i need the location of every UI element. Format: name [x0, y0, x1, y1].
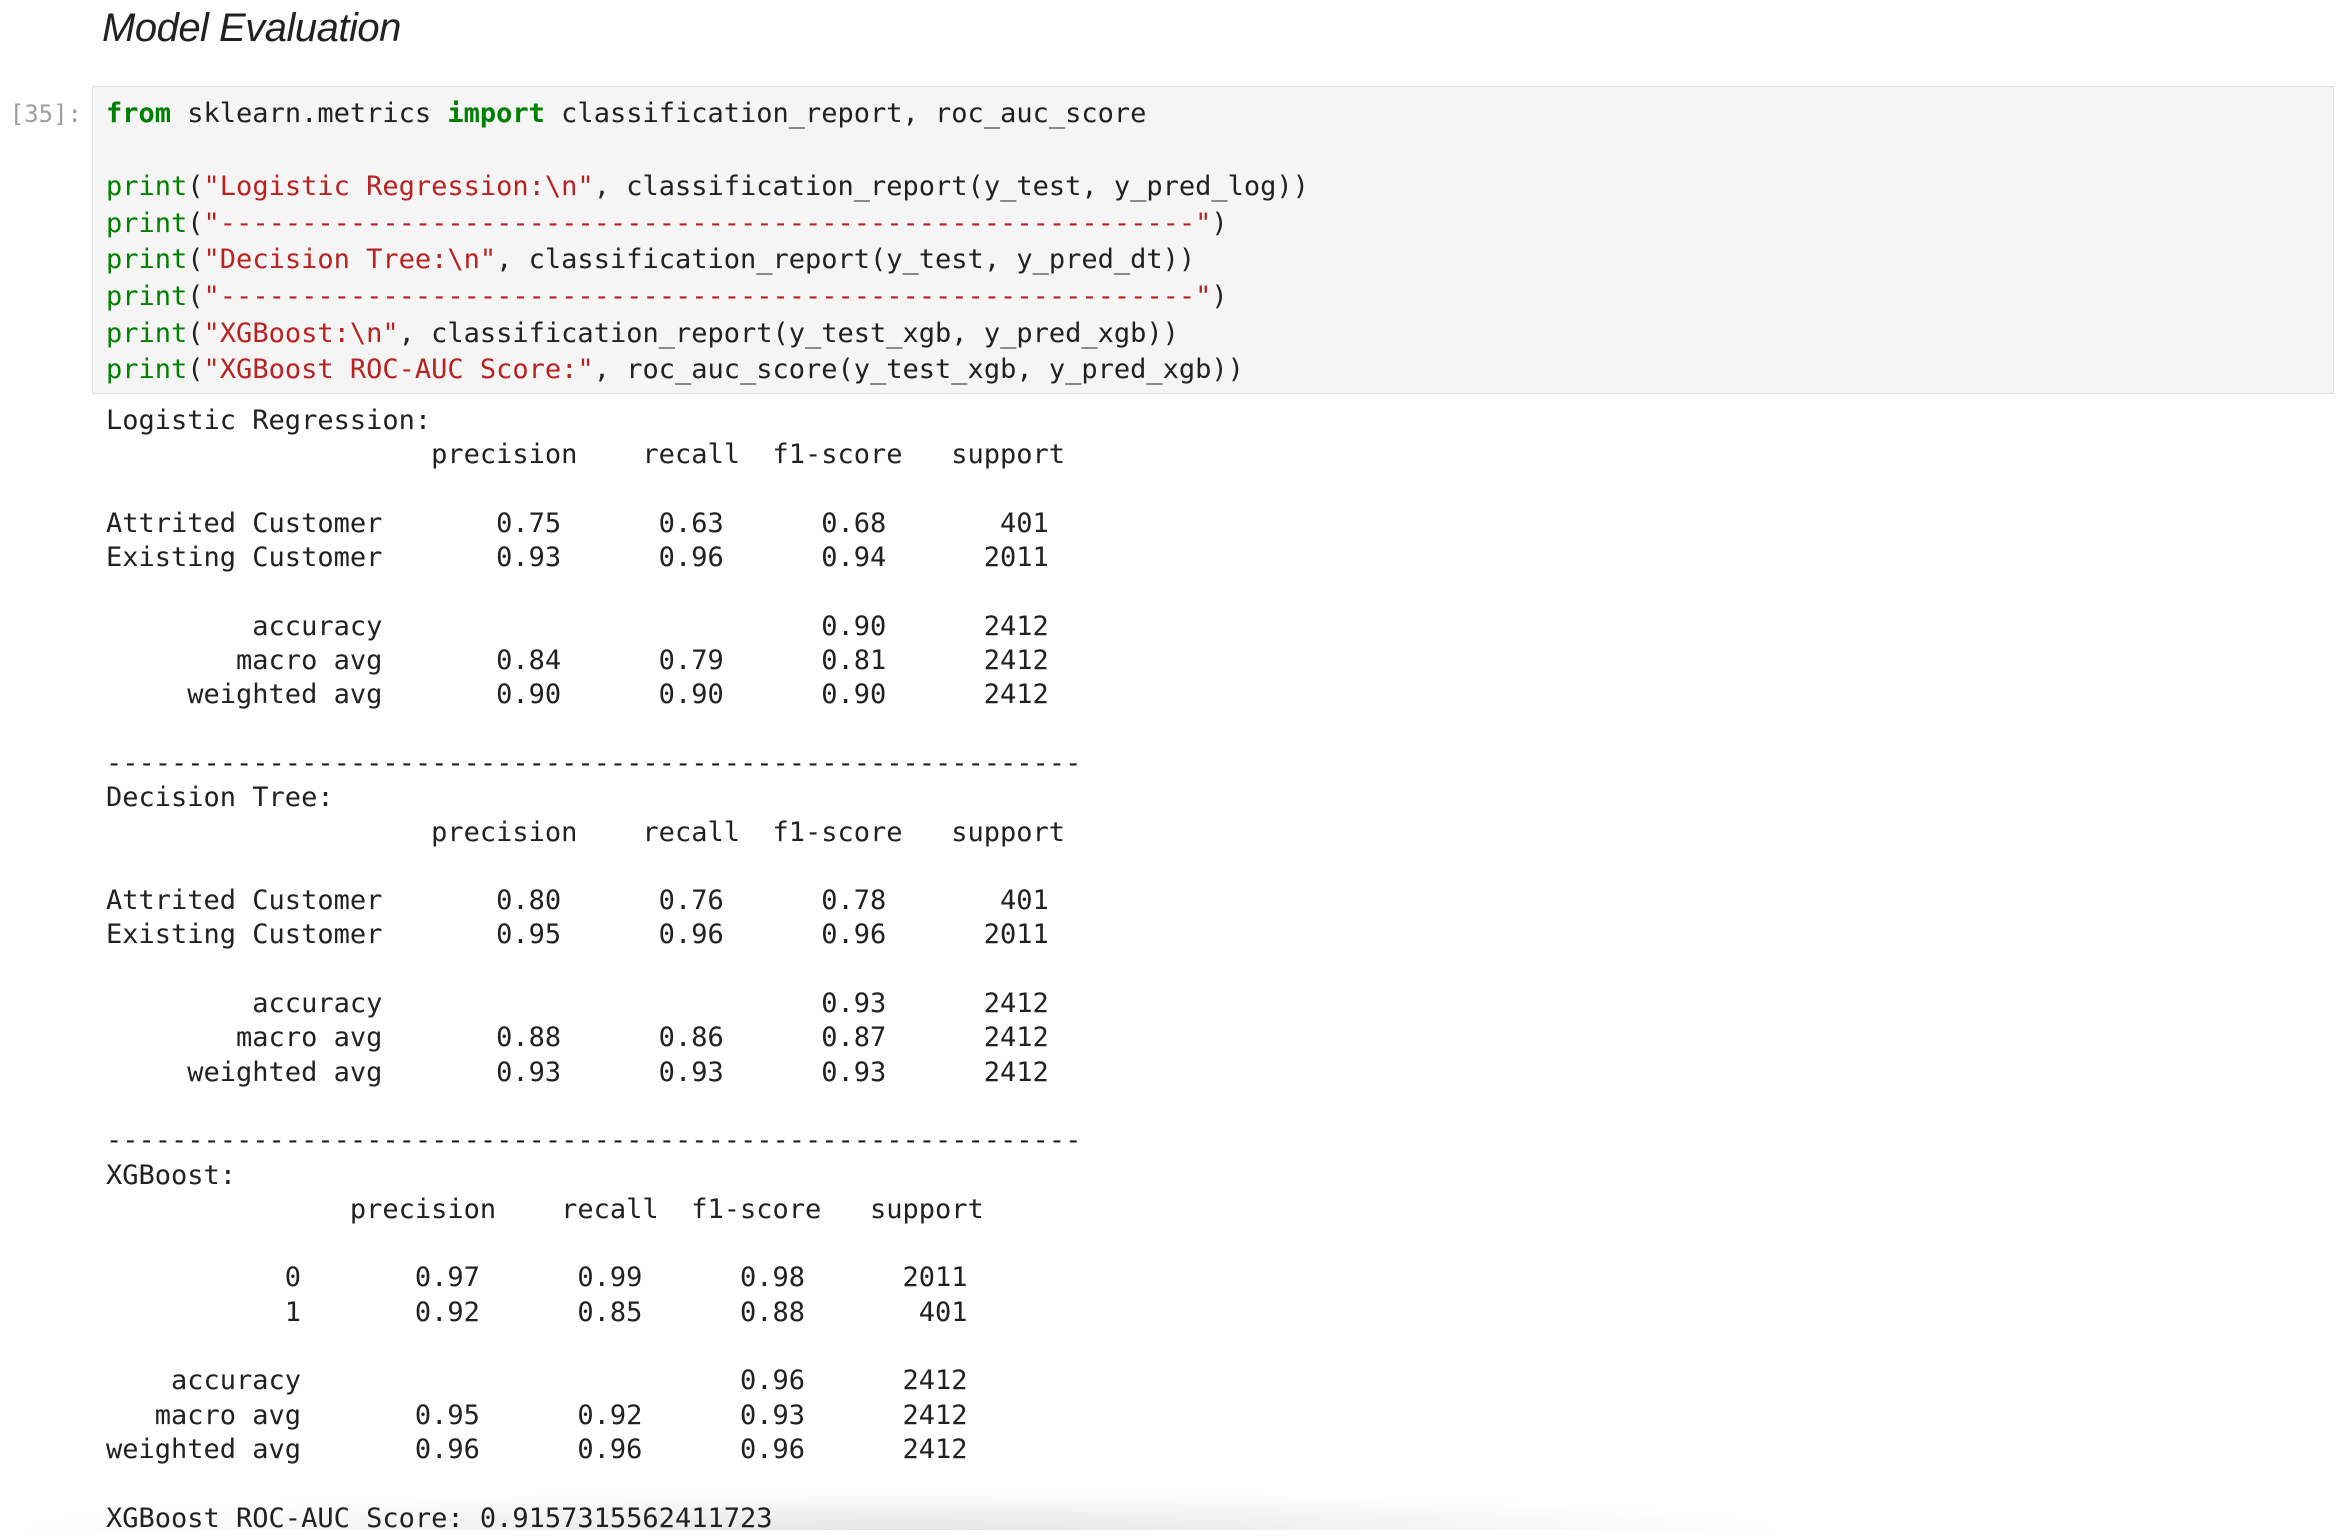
code-line-import: from sklearn.metrics import classificati…: [106, 98, 1146, 129]
code-line-print-roc-auc: print("XGBoost ROC-AUC Score:", roc_auc_…: [106, 354, 1244, 386]
code-line-print-xgboost: print("XGBoost:\n", classification_repor…: [106, 317, 1179, 349]
string-literal: "XGBoost ROC-AUC Score:": [203, 354, 594, 386]
cell-output-text: Logistic Regression: precision recall f1…: [106, 405, 1082, 1534]
code-line-print-separator-1: print("---------------------------------…: [106, 207, 1228, 239]
string-literal: "Decision Tree:\n": [203, 244, 497, 276]
builtin-print: print: [106, 244, 188, 276]
builtin-print: print: [106, 280, 188, 312]
code-line-print-separator-2: print("---------------------------------…: [106, 280, 1228, 312]
builtin-print: print: [106, 171, 188, 203]
string-literal: "Logistic Regression:\n": [203, 171, 594, 203]
builtin-print: print: [106, 207, 188, 239]
string-literal: "---------------------------------------…: [203, 207, 1212, 239]
string-literal: "---------------------------------------…: [203, 280, 1212, 312]
code-line-print-logistic: print("Logistic Regression:\n", classifi…: [106, 171, 1309, 203]
cell-execution-count: [35]:: [9, 100, 82, 128]
string-literal: "XGBoost:\n": [203, 317, 399, 349]
builtin-print: print: [106, 317, 188, 349]
code-line-print-decision-tree: print("Decision Tree:\n", classification…: [106, 244, 1196, 276]
keyword-from: from: [106, 98, 172, 129]
import-module: sklearn.metrics: [171, 98, 448, 129]
builtin-print: print: [106, 354, 188, 386]
code-editor[interactable]: from sklearn.metrics import classificati…: [106, 96, 1309, 389]
keyword-import: import: [447, 98, 545, 129]
import-names: classification_report, roc_auc_score: [544, 98, 1147, 129]
section-heading: Model Evaluation: [102, 6, 401, 50]
